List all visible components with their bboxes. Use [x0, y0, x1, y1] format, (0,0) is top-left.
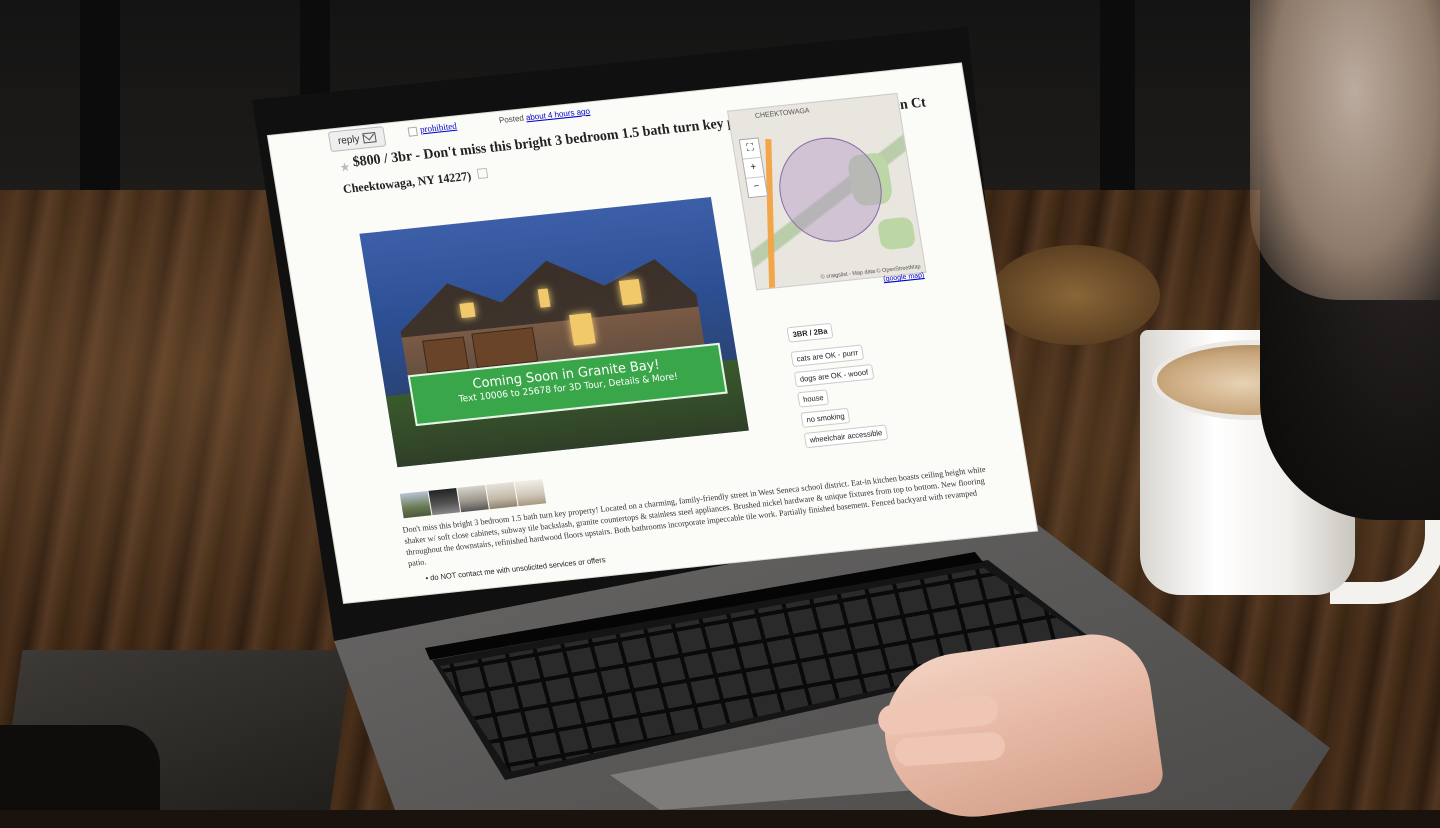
attribute-tag: dogs are OK - wooof [793, 363, 875, 388]
attribute-tag: no smoking [800, 407, 851, 428]
prohibited-link[interactable]: prohibited [419, 120, 457, 134]
listing-hero-image[interactable]: Coming Soon in Granite Bay! Text 10006 t… [359, 197, 749, 468]
favorite-star-icon[interactable]: ★ [338, 160, 351, 176]
location-text: Cheektowaga, NY 14227) [341, 168, 473, 197]
fullscreen-icon[interactable]: ⛶ [739, 138, 761, 160]
thumbnail[interactable] [514, 478, 547, 507]
posted-prefix: Posted [498, 113, 525, 126]
house-window [618, 278, 643, 306]
map-road [765, 139, 776, 291]
mail-icon [362, 131, 378, 144]
zoom-out-icon[interactable]: − [746, 177, 767, 197]
house-window [569, 312, 596, 346]
thumbnail[interactable] [485, 481, 518, 510]
listing-location: Cheektowaga, NY 14227) [342, 167, 489, 197]
map-park [876, 216, 917, 251]
listing-page: print reply prohibited Posted about 4 ho… [268, 63, 1037, 603]
attribute-tag: wheelchair accessible [803, 424, 889, 449]
thumbnail[interactable] [457, 484, 489, 513]
attribute-tag: house [797, 389, 830, 408]
map-pin-icon[interactable] [476, 167, 489, 180]
thumbnail[interactable] [399, 490, 432, 519]
prohibited-checkbox[interactable] [407, 126, 418, 137]
attribute-tag: cats are OK - purrr [790, 344, 865, 368]
notebook-shadow [0, 725, 160, 810]
thumbnail[interactable] [428, 487, 461, 516]
map-zoom-controls: ⛶ + − [738, 137, 769, 199]
zoom-in-icon[interactable]: + [743, 157, 765, 179]
attribute-tag: 3BR / 2Ba [786, 322, 834, 343]
posted-time-link[interactable]: about 4 hours ago [525, 107, 590, 123]
garage-door [422, 336, 470, 374]
map-area-circle [771, 132, 890, 247]
location-map[interactable]: CHEEKTOWAGA ⛶ + − © craigslist - Map dat… [727, 92, 927, 291]
map-town-label: CHEEKTOWAGA [754, 107, 811, 121]
reply-button[interactable]: reply [327, 126, 387, 153]
person-head [1250, 0, 1440, 300]
house-window [459, 302, 476, 319]
reply-label: reply [337, 133, 361, 147]
table-highlight [990, 245, 1160, 345]
